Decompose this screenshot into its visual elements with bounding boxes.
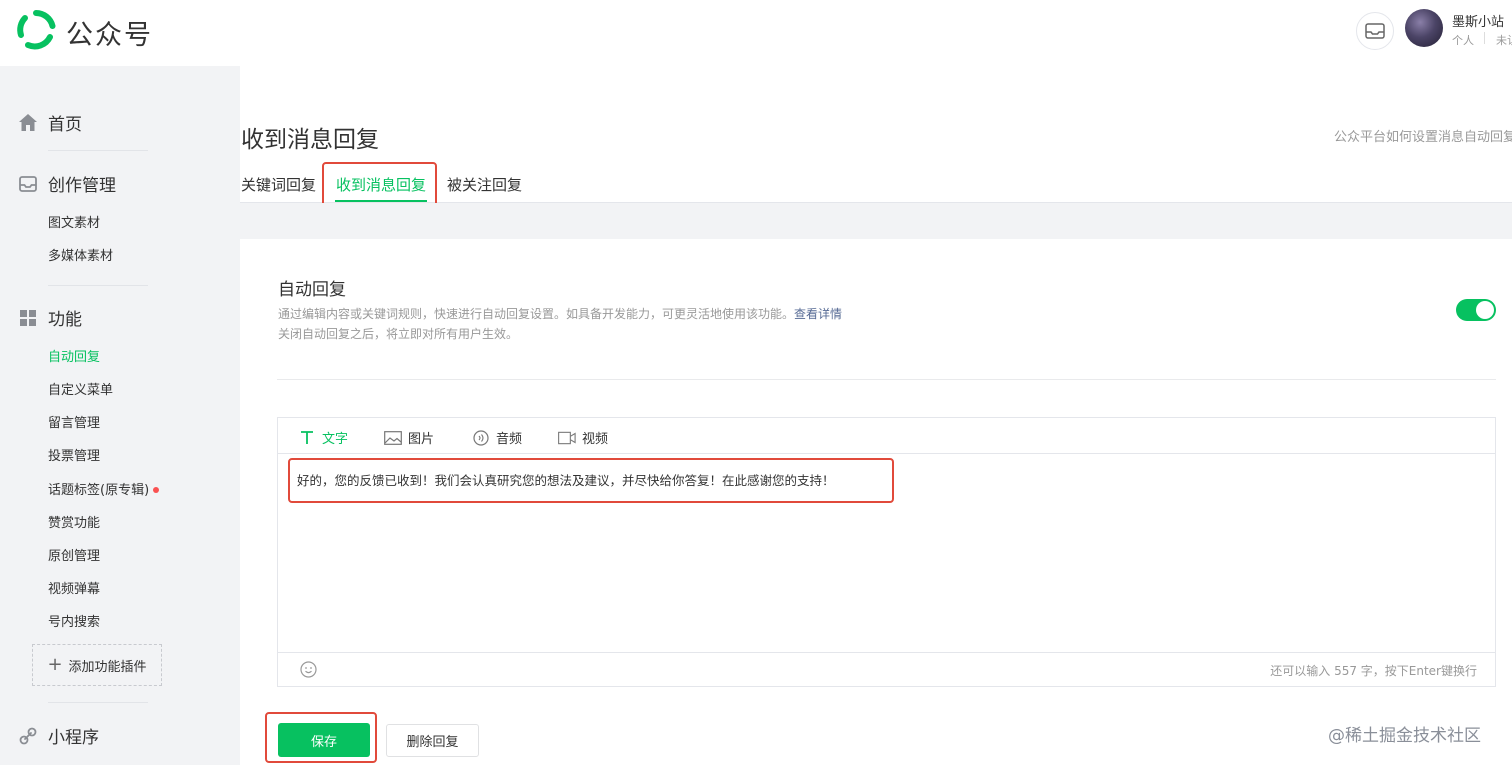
mail-icon <box>1365 23 1385 39</box>
section-note: 关闭自动回复之后，将立即对所有用户生效。 <box>278 327 519 341</box>
watermark: @稀土掘金技术社区 <box>1328 726 1481 746</box>
sidebar-item-creation[interactable]: 创作管理 <box>18 171 116 196</box>
section-title: 自动回复 <box>278 280 346 300</box>
account-divider <box>1484 32 1485 44</box>
highlight-box-save <box>265 712 377 763</box>
tool-image[interactable]: 图片 <box>384 428 434 447</box>
sidebar-item-features[interactable]: 功能 <box>18 305 82 330</box>
char-count: 还可以输入 557 字，按下Enter键换行 <box>1270 664 1477 678</box>
details-link[interactable]: 查看详情 <box>794 307 842 321</box>
image-icon <box>384 430 402 446</box>
divider <box>48 702 148 703</box>
help-link[interactable]: 公众平台如何设置消息自动回复 <box>1334 126 1512 145</box>
account-status: 未认 <box>1496 34 1512 47</box>
message-button[interactable] <box>1356 12 1394 50</box>
emoji-icon[interactable] <box>300 661 317 678</box>
sidebar-item-account-search[interactable]: 号内搜索 <box>48 611 100 630</box>
auto-reply-card: 自动回复 通过编辑内容或关键词规则，快速进行自动回复设置。如具备开发能力，可更灵… <box>240 239 1512 765</box>
tab-keyword-reply[interactable]: 关键词回复 <box>241 174 316 195</box>
grid-icon <box>18 308 38 328</box>
audio-icon <box>472 429 490 446</box>
video-icon <box>558 430 576 446</box>
tab-follow-reply[interactable]: 被关注回复 <box>447 174 522 195</box>
avatar[interactable] <box>1405 9 1443 47</box>
tool-video[interactable]: 视频 <box>558 428 608 447</box>
tool-label: 视频 <box>582 432 609 447</box>
sidebar-item-auto-reply[interactable]: 自动回复 <box>48 346 100 365</box>
sidebar-item-comments[interactable]: 留言管理 <box>48 412 100 431</box>
add-plugin-button[interactable]: + 添加功能插件 <box>32 644 162 686</box>
divider <box>277 379 1496 380</box>
sidebar-item-label: 小程序 <box>48 728 99 748</box>
tool-text[interactable]: 文字 <box>298 428 348 447</box>
tool-label: 文字 <box>322 432 349 447</box>
sidebar-item-appreciation[interactable]: 赞赏功能 <box>48 512 100 531</box>
notification-dot <box>153 486 160 493</box>
sidebar-item-mini-program[interactable]: 小程序 <box>18 723 99 748</box>
description-text: 通过编辑内容或关键词规则，快速进行自动回复设置。如具备开发能力，可更灵活地使用该… <box>278 307 795 321</box>
add-plugin-label: 添加功能插件 <box>68 659 147 675</box>
top-bar: 公众号 墨斯小站 个人 未认 <box>0 0 1512 66</box>
wechat-official-logo-icon[interactable] <box>16 10 56 50</box>
plus-icon: + <box>47 654 63 675</box>
page-title: 收到消息回复 <box>241 127 379 153</box>
home-icon <box>18 113 38 133</box>
sidebar-item-image-text-material[interactable]: 图文素材 <box>48 212 100 231</box>
link-icon <box>18 726 38 746</box>
inbox-icon <box>18 174 38 194</box>
delete-reply-button[interactable]: 删除回复 <box>386 724 479 757</box>
sidebar-item-original[interactable]: 原创管理 <box>48 545 100 564</box>
sidebar-item-multimedia-material[interactable]: 多媒体素材 <box>48 245 113 264</box>
sidebar-item-label: 话题标签(原专辑) <box>48 483 150 498</box>
highlight-box-tab <box>322 162 437 208</box>
sidebar-item-topic-tags[interactable]: 话题标签(原专辑) <box>48 479 160 498</box>
tool-audio[interactable]: 音频 <box>472 428 522 447</box>
account-type: 个人 <box>1452 34 1474 47</box>
section-description: 通过编辑内容或关键词规则，快速进行自动回复设置。如具备开发能力，可更灵活地使用该… <box>278 305 842 322</box>
editor-footer: 还可以输入 557 字，按下Enter键换行 <box>278 652 1495 686</box>
divider <box>48 285 148 286</box>
sidebar-item-custom-menu[interactable]: 自定义菜单 <box>48 379 113 398</box>
sidebar-item-home[interactable]: 首页 <box>18 110 82 135</box>
divider <box>48 150 148 151</box>
highlight-box-content <box>288 458 894 503</box>
editor-toolbar: 文字 图片 音频 视频 <box>278 418 1495 454</box>
sidebar-item-video-danmaku[interactable]: 视频弹幕 <box>48 578 100 597</box>
section-gap <box>240 203 1512 239</box>
sidebar: 首页 创作管理 图文素材 多媒体素材 功能 自动回复 自定义菜单 留言管理 投票… <box>0 66 240 765</box>
sidebar-item-label: 首页 <box>48 115 82 135</box>
sidebar-item-voting[interactable]: 投票管理 <box>48 445 100 464</box>
sidebar-item-label: 功能 <box>48 310 82 330</box>
brand-title: 公众号 <box>66 20 153 51</box>
text-icon <box>298 430 316 446</box>
toggle-knob <box>1476 301 1494 319</box>
tool-label: 图片 <box>408 432 435 447</box>
sidebar-item-label: 创作管理 <box>48 176 116 196</box>
auto-reply-toggle[interactable] <box>1456 299 1496 321</box>
account-name[interactable]: 墨斯小站 <box>1452 11 1504 30</box>
main-content: 收到消息回复 公众平台如何设置消息自动回复 关键词回复 收到消息回复 被关注回复… <box>240 66 1512 765</box>
tool-label: 音频 <box>496 432 523 447</box>
